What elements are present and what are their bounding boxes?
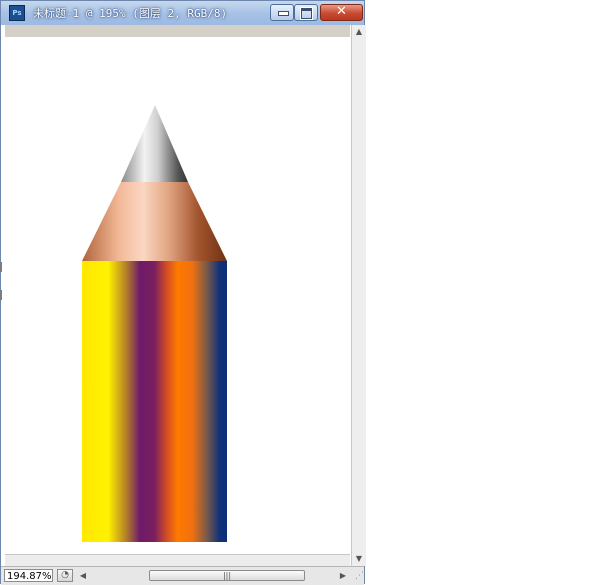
screen-edge-mark [0, 290, 2, 300]
maximize-button[interactable] [294, 4, 318, 21]
horizontal-scrollbar-thumb[interactable]: ||| [149, 570, 305, 581]
minimize-icon [278, 11, 289, 16]
document-window: Ps 未标题-1 @ 195% (图层 2, RGB/8) ✕ ▲ ▼ 194.… [0, 0, 366, 585]
window-title: 未标题-1 @ 195% (图层 2, RGB/8) [33, 7, 228, 20]
close-icon: ✕ [336, 4, 347, 19]
arrow-right-icon[interactable]: ▶ [337, 569, 349, 582]
minimize-button[interactable] [270, 4, 294, 21]
pencil-wood-tip [82, 182, 227, 261]
close-button[interactable]: ✕ [320, 4, 363, 21]
arrow-down-icon[interactable]: ▼ [352, 552, 366, 566]
title-bar[interactable]: Ps 未标题-1 @ 195% (图层 2, RGB/8) ✕ [1, 1, 364, 25]
arrow-left-icon[interactable]: ◀ [77, 569, 89, 582]
photoshop-icon[interactable]: Ps [9, 5, 25, 21]
resize-grip-icon[interactable]: ⋰ [350, 567, 364, 585]
arrow-up-icon[interactable]: ▲ [352, 25, 366, 39]
document-canvas[interactable] [5, 37, 350, 554]
vertical-scrollbar[interactable]: ▲ ▼ [351, 25, 366, 566]
status-menu-icon[interactable]: ◔ [57, 569, 73, 582]
pencil-body [82, 261, 227, 542]
pencil-lead [121, 105, 188, 182]
pencil-artwork [82, 105, 227, 542]
zoom-field[interactable]: 194.87% [4, 569, 53, 582]
maximize-icon [300, 7, 313, 20]
status-bar: 194.87% ◔ ◀ ||| ▶ ⋰ [1, 566, 364, 585]
screen-edge-mark [0, 262, 2, 272]
